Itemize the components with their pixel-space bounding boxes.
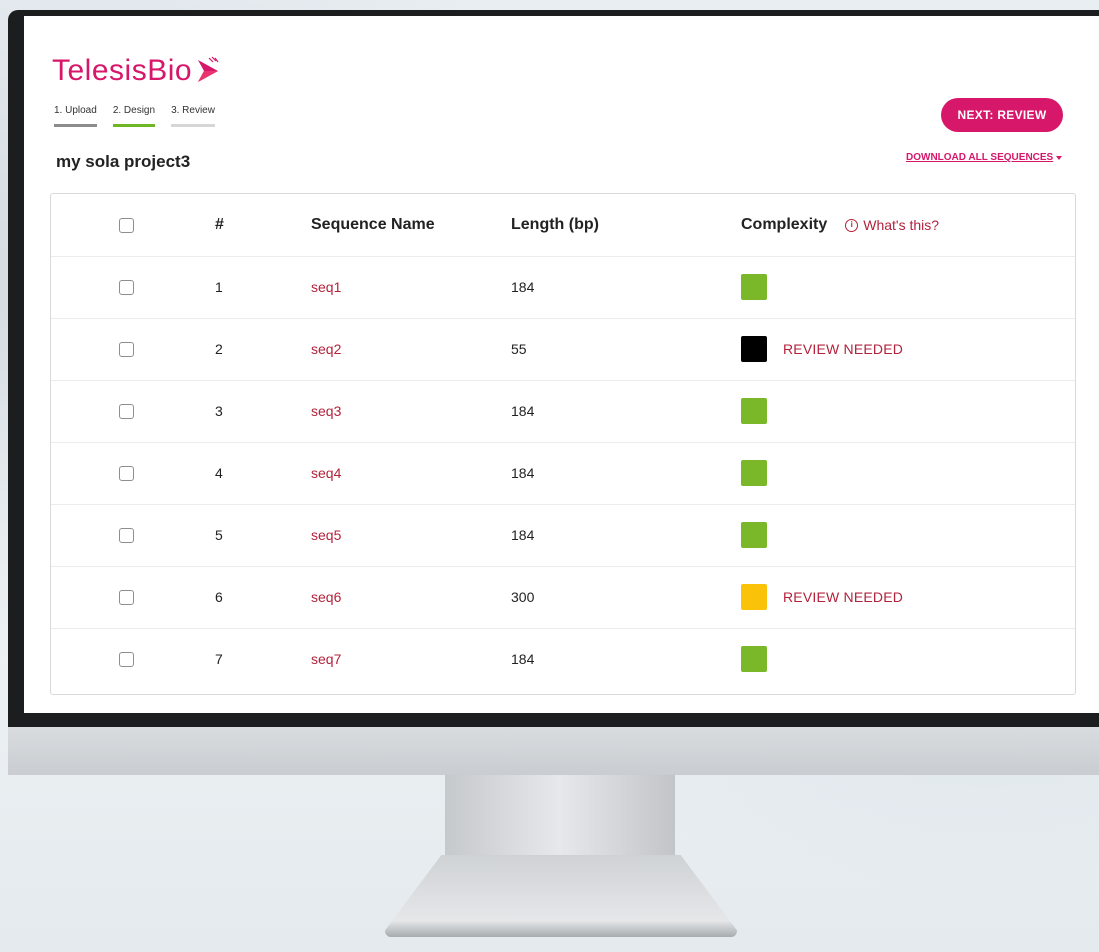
header-complexity: Complexity	[741, 216, 828, 233]
logo-text: TelesisBio	[52, 54, 193, 87]
whats-this-label: What's this?	[863, 217, 940, 233]
header-length[interactable]: Length (bp)	[511, 194, 599, 256]
row-checkbox[interactable]	[119, 465, 134, 481]
complexity-swatch	[741, 336, 767, 362]
sequence-name-link[interactable]: seq2	[311, 318, 341, 380]
table-header-row: # Sequence Name Length (bp) Complexity i…	[51, 194, 1075, 257]
row-number: 7	[215, 651, 223, 667]
sequence-length: 55	[511, 341, 527, 357]
table-row[interactable]: 5 seq5 184	[51, 504, 1075, 567]
complexity-swatch	[741, 646, 767, 672]
review-needed-label[interactable]: REVIEW NEEDED	[783, 589, 903, 605]
stepper: 1. Upload 2. Design 3. Review	[54, 105, 215, 127]
header-number: #	[215, 216, 224, 233]
sequence-length: 300	[511, 589, 535, 605]
logo-chevron-icon	[198, 56, 219, 82]
table-row[interactable]: 3 seq3 184	[51, 380, 1075, 443]
row-number: 1	[215, 279, 223, 295]
row-number: 3	[215, 403, 223, 419]
row-checkbox[interactable]	[119, 403, 134, 419]
telesis-bio-logo[interactable]: TelesisBio	[52, 51, 222, 91]
row-number: 5	[215, 527, 223, 543]
table-row[interactable]: 1 seq1 184	[51, 256, 1075, 319]
row-checkbox[interactable]	[119, 651, 134, 667]
app-screen: TelesisBio 1. Upload 2. Design 3. Review…	[24, 16, 1099, 713]
sequence-length: 184	[511, 651, 535, 667]
sequence-name-link[interactable]: seq5	[311, 504, 341, 566]
complexity-swatch	[741, 274, 767, 300]
table-row[interactable]: 4 seq4 184	[51, 442, 1075, 505]
complexity-swatch	[741, 522, 767, 548]
row-checkbox[interactable]	[119, 527, 134, 543]
row-checkbox[interactable]	[119, 589, 134, 605]
sequence-table: # Sequence Name Length (bp) Complexity i…	[50, 193, 1076, 695]
select-all-checkbox[interactable]	[119, 217, 134, 233]
complexity-swatch	[741, 398, 767, 424]
complexity-swatch	[741, 460, 767, 486]
sequence-length: 184	[511, 465, 535, 481]
sequence-length: 184	[511, 279, 535, 295]
download-all-sequences-link[interactable]: DOWNLOAD ALL SEQUENCES	[906, 152, 1063, 163]
table-row[interactable]: 6 seq6 300 REVIEW NEEDED	[51, 566, 1075, 629]
review-needed-label[interactable]: REVIEW NEEDED	[783, 341, 903, 357]
table-row[interactable]: 2 seq2 55 REVIEW NEEDED	[51, 318, 1075, 381]
sequence-length: 184	[511, 527, 535, 543]
sequence-name-link[interactable]: seq4	[311, 442, 341, 504]
caret-down-icon	[1056, 155, 1063, 160]
step-design[interactable]: 2. Design	[112, 105, 156, 127]
download-all-label: DOWNLOAD ALL SEQUENCES	[906, 152, 1054, 163]
whats-this-link[interactable]: i What's this?	[845, 217, 939, 233]
row-checkbox[interactable]	[119, 279, 134, 295]
sequence-name-link[interactable]: seq1	[311, 256, 341, 318]
sequence-name-link[interactable]: seq3	[311, 380, 341, 442]
complexity-swatch	[741, 584, 767, 610]
page-title: my sola project3	[56, 152, 191, 171]
sequence-name-link[interactable]: seq7	[311, 628, 341, 690]
step-review[interactable]: 3. Review	[171, 105, 215, 127]
sequence-length: 184	[511, 403, 535, 419]
row-checkbox[interactable]	[119, 341, 134, 357]
monitor-stand-neck	[445, 775, 675, 855]
row-number: 2	[215, 341, 223, 357]
table-row[interactable]: 7 seq7 184	[51, 628, 1075, 690]
header-complexity-cell: Complexity i What's this?	[741, 194, 939, 256]
header-sequence-name[interactable]: Sequence Name	[311, 194, 435, 256]
next-review-button[interactable]: NEXT: REVIEW	[941, 98, 1063, 132]
row-number: 4	[215, 465, 223, 481]
info-icon: i	[845, 218, 859, 232]
step-upload[interactable]: 1. Upload	[54, 105, 97, 127]
monitor-stand-base	[385, 855, 737, 937]
monitor-chin	[8, 727, 1099, 775]
sequence-name-link[interactable]: seq6	[311, 566, 341, 628]
row-number: 6	[215, 589, 223, 605]
